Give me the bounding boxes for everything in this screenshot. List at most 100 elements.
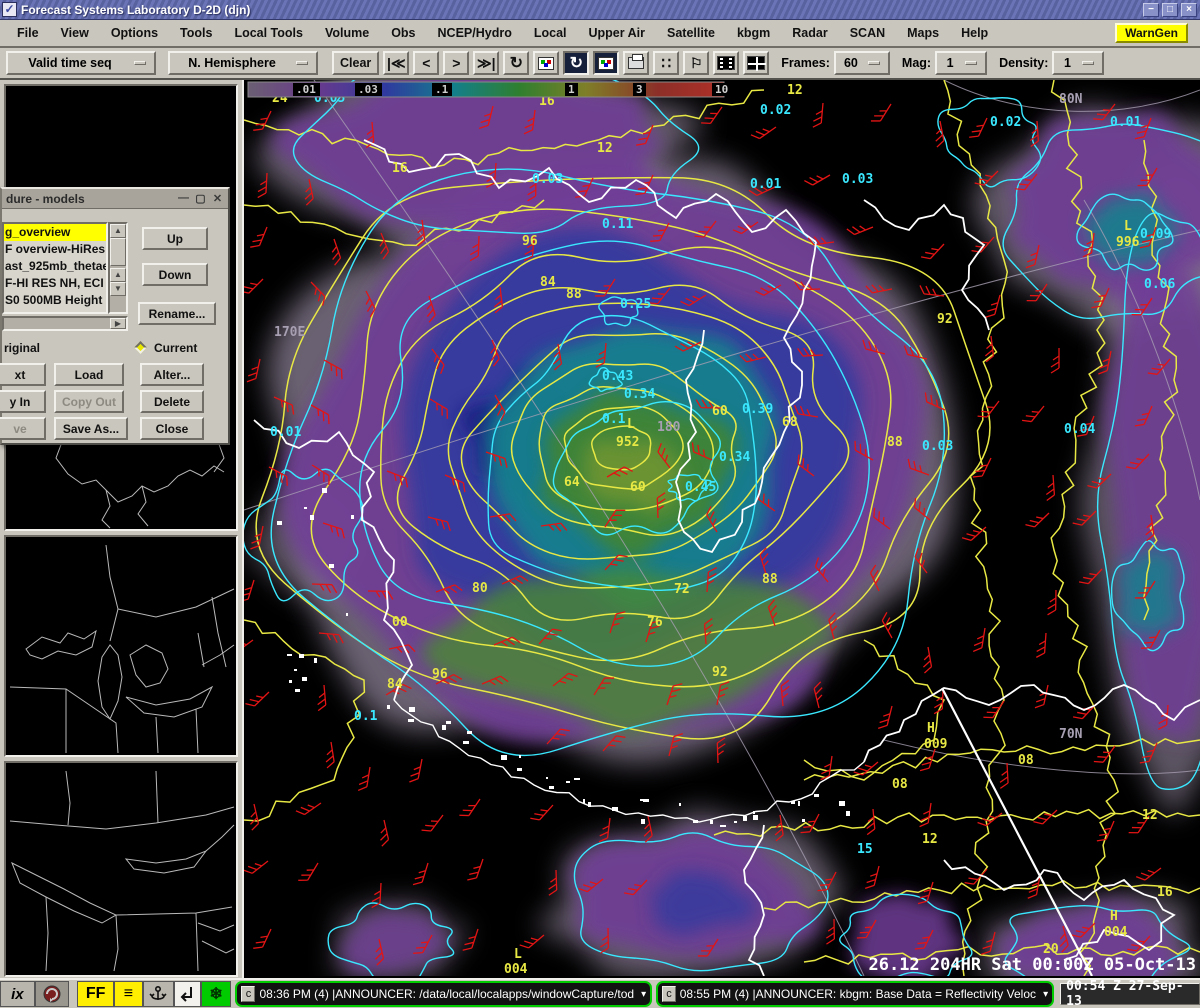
current-radio-icon[interactable] xyxy=(134,341,147,354)
prev-frame-button[interactable]: < xyxy=(413,51,439,75)
menu-bars-launcher-icon[interactable]: ≡ xyxy=(114,981,143,1007)
procedure-list-item[interactable]: ast_925mb_thetae xyxy=(4,258,106,275)
last-frame-button[interactable]: ≫| xyxy=(473,51,499,75)
points-button[interactable]: ∷ xyxy=(653,51,679,75)
svg-text:.01: .01 xyxy=(296,83,316,96)
menu-ncep-hydro[interactable]: NCEP/Hydro xyxy=(427,22,523,44)
arrow-launcher-icon[interactable] xyxy=(174,981,201,1007)
menu-local-tools[interactable]: Local Tools xyxy=(223,22,314,44)
snowflake-launcher-icon[interactable]: ❄ xyxy=(201,981,232,1007)
image-toggle-button[interactable] xyxy=(593,51,619,75)
alter-button[interactable]: Alter... xyxy=(140,363,204,386)
print-button[interactable] xyxy=(623,51,649,75)
menu-maps[interactable]: Maps xyxy=(896,22,950,44)
procedure-list-item[interactable]: S0 500MB Height , xyxy=(4,292,106,309)
time-mode-value: Valid time seq xyxy=(16,56,124,70)
thumbnail-northeast[interactable] xyxy=(4,761,238,977)
procedure-list-item[interactable]: F overview-HiRes xyxy=(4,241,106,258)
map-label: 0.01 xyxy=(1110,115,1141,130)
map-label: 0.06 xyxy=(1144,277,1175,292)
map-label: 180 xyxy=(657,420,681,435)
menu-radar[interactable]: Radar xyxy=(781,22,838,44)
close-dialog-button[interactable]: Close xyxy=(140,417,204,440)
announcer-dropdown-icon[interactable]: ▾ xyxy=(638,989,646,1000)
menu-satellite[interactable]: Satellite xyxy=(656,22,726,44)
procedure-list-item[interactable]: F-HI RES NH, ECI xyxy=(4,275,106,292)
scroll-down-icon[interactable]: ▼ xyxy=(110,282,126,296)
title-bar[interactable]: ✓ Forecast Systems Laboratory D-2D (djn)… xyxy=(0,0,1200,20)
menu-help[interactable]: Help xyxy=(950,22,999,44)
clear-button[interactable]: Clear xyxy=(332,51,379,75)
scroll-right-icon[interactable]: ▶ xyxy=(110,318,126,329)
menu-tools[interactable]: Tools xyxy=(169,22,223,44)
dialog-title-bar[interactable]: dure - models — ▢ ✕ xyxy=(2,189,228,209)
announcer-c-button[interactable]: c xyxy=(662,986,676,1002)
list-vertical-scrollbar[interactable]: ▲ ▲ ▼ xyxy=(108,222,128,314)
mag-dropdown[interactable]: 1 xyxy=(935,51,987,75)
thumbnail-great-lakes[interactable] xyxy=(4,535,238,757)
four-panel-button[interactable] xyxy=(743,51,769,75)
four-panel-icon xyxy=(747,56,765,70)
map-label: 88 xyxy=(566,287,582,302)
menu-view[interactable]: View xyxy=(50,22,100,44)
loop-button[interactable]: ↻ xyxy=(503,51,529,75)
menu-upper-air[interactable]: Upper Air xyxy=(578,22,657,44)
menu-file[interactable]: File xyxy=(6,22,50,44)
loop-toggle-button[interactable]: ↻ xyxy=(563,51,589,75)
load-button[interactable]: Load xyxy=(54,363,124,386)
rename-button[interactable]: Rename... xyxy=(138,302,216,325)
close-button[interactable]: × xyxy=(1181,3,1197,17)
copy-in-button[interactable]: y In xyxy=(0,390,46,413)
redo-launcher-icon[interactable] xyxy=(35,981,70,1007)
procedures-dialog[interactable]: dure - models — ▢ ✕ g_overview F overvie… xyxy=(0,187,230,445)
scroll-up-icon[interactable]: ▲ xyxy=(110,224,126,238)
density-value: 1 xyxy=(1062,56,1072,70)
main-display[interactable]: 240.05161612120.030.020.020.010.030.110.… xyxy=(242,80,1200,978)
announcer-dropdown-icon[interactable]: ▾ xyxy=(1040,989,1048,1000)
tools-launcher-icon[interactable] xyxy=(143,981,174,1007)
delete-button[interactable]: Delete xyxy=(140,390,204,413)
map-label: 0.39 xyxy=(742,402,773,417)
original-radio-label[interactable]: riginal xyxy=(4,341,40,355)
procedure-list-item[interactable]: g_overview xyxy=(4,224,106,241)
time-mode-dropdown[interactable]: Valid time seq xyxy=(6,51,156,75)
next-frame-button[interactable]: > xyxy=(443,51,469,75)
warngen-button[interactable]: WarnGen xyxy=(1115,23,1188,43)
window-title: Forecast Systems Laboratory D-2D (djn) xyxy=(21,3,250,17)
maximize-button[interactable]: □ xyxy=(1162,3,1178,17)
current-radio-label[interactable]: Current xyxy=(154,341,197,355)
list-horizontal-scrollbar[interactable]: ▶ xyxy=(2,316,128,331)
menu-volume[interactable]: Volume xyxy=(314,22,380,44)
baseline-tool-button[interactable]: ⚐ xyxy=(683,51,709,75)
menu-kbgm[interactable]: kbgm xyxy=(726,22,781,44)
minimize-button[interactable]: − xyxy=(1143,3,1159,17)
procedure-list[interactable]: g_overview F overview-HiRes ast_925mb_th… xyxy=(2,222,108,314)
first-frame-button[interactable]: |≪ xyxy=(383,51,409,75)
frames-dropdown[interactable]: 60 xyxy=(834,51,890,75)
announcer-bar-1[interactable]: c 08:36 PM (4) |ANNOUNCER: /data/local/l… xyxy=(235,981,652,1007)
ix-launcher-icon[interactable]: ix xyxy=(0,981,35,1007)
scale-dropdown[interactable]: N. Hemisphere xyxy=(168,51,318,75)
next-button[interactable]: xt xyxy=(0,363,46,386)
down-button[interactable]: Down xyxy=(142,263,208,286)
menu-local[interactable]: Local xyxy=(523,22,578,44)
scroll-up-icon[interactable]: ▲ xyxy=(110,268,126,282)
map-label: 0.34 xyxy=(719,450,750,465)
announcer-bar-2[interactable]: c 08:55 PM (4) |ANNOUNCER: kbgm: Base Da… xyxy=(656,981,1054,1007)
density-dropdown[interactable]: 1 xyxy=(1052,51,1104,75)
single-panel-button[interactable] xyxy=(713,51,739,75)
dialog-minimize-icon[interactable]: — xyxy=(177,192,190,205)
announcer-c-button[interactable]: c xyxy=(241,986,255,1002)
up-button[interactable]: Up xyxy=(142,227,208,250)
menu-obs[interactable]: Obs xyxy=(380,22,426,44)
scrollbar-thumb[interactable] xyxy=(110,238,126,266)
dialog-close-icon[interactable]: ✕ xyxy=(211,192,224,205)
menu-scan[interactable]: SCAN xyxy=(839,22,896,44)
map-label: 0.02 xyxy=(760,103,791,118)
save-as-button[interactable]: Save As... xyxy=(54,417,128,440)
dialog-maximize-icon[interactable]: ▢ xyxy=(194,192,207,205)
map-label: 0.01 xyxy=(750,177,781,192)
menu-options[interactable]: Options xyxy=(100,22,169,44)
image-combo-button[interactable] xyxy=(533,51,559,75)
ff-launcher-icon[interactable]: FF xyxy=(77,981,114,1007)
